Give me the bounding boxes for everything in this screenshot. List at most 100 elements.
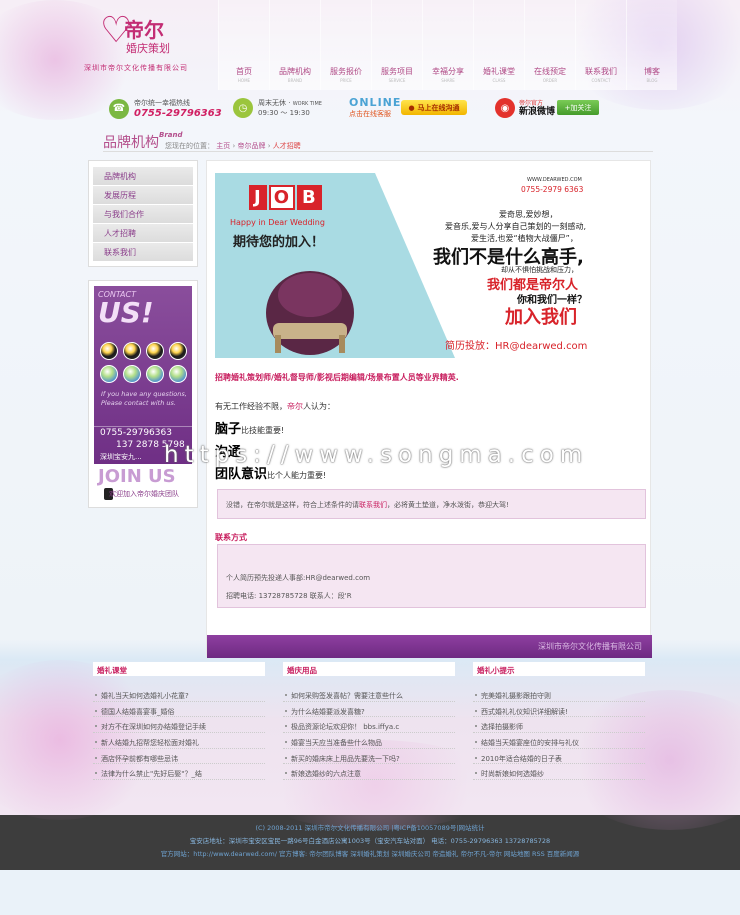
chat-button[interactable]: ● 马上在线沟通 bbox=[401, 100, 467, 115]
contact-email: 个人简历预先投递人事部:HR@dearwed.com bbox=[226, 574, 371, 582]
sidebar-menu: 品牌机构 发展历程 与我们合作 人才招聘 联系我们 bbox=[88, 160, 198, 267]
breadcrumb-separator: › bbox=[232, 142, 236, 150]
keyword: 团队意识 bbox=[215, 467, 268, 482]
keyword-note: 比个人能力重要! bbox=[267, 471, 327, 480]
footer-address: 宝安店地址：深圳市宝安区宝民一路96号白金酒店公寓1003号（宝安汽车站对面） … bbox=[189, 837, 551, 845]
nav-item-share[interactable]: 幸福分享 SHARE bbox=[422, 0, 473, 90]
footer-links[interactable]: 官方网站：http://www.dearwed.com/ 官方博客: 帝尔团队博… bbox=[0, 848, 740, 861]
breadcrumb-home[interactable]: 主页 bbox=[216, 142, 230, 150]
nav-item-order[interactable]: 在线预定 ORDER bbox=[524, 0, 575, 90]
banner-headline: 加入我们 bbox=[505, 307, 577, 328]
nav-item-home[interactable]: 首页 HOME bbox=[218, 0, 269, 90]
sidebar-item-contact[interactable]: 联系我们 bbox=[93, 243, 193, 261]
join-us-banner[interactable]: JOIN US 欢迎加入帝尔婚庆团队 bbox=[94, 464, 192, 502]
mic-icon: ● bbox=[408, 103, 415, 112]
list-item[interactable]: 西式婚礼礼仪知识详细解读! bbox=[473, 702, 645, 718]
list-item[interactable]: 新人结婚九招帮您轻松面对婚礼 bbox=[93, 733, 265, 749]
breadcrumb-current: 人才招聘 bbox=[272, 142, 301, 150]
msn-icon[interactable] bbox=[169, 365, 187, 383]
intro-text: 人认为： bbox=[303, 402, 335, 411]
list-item[interactable]: 2010年适合结婚的日子表 bbox=[473, 749, 645, 765]
follow-button[interactable]: +加关注 bbox=[557, 100, 599, 115]
work-time: ◷ 周末无休 · WORK TIME 09:30 ～ 19:30 bbox=[233, 98, 322, 118]
contact-info-box: 个人简历预先投递人事部:HR@dearwed.com 招聘电话: 1372878… bbox=[217, 544, 646, 608]
list-item[interactable]: 婚宴当天应当准备些什么物品 bbox=[283, 733, 455, 749]
qq-icon[interactable] bbox=[123, 342, 141, 360]
article-columns: 婚礼课堂 婚礼当天如何选婚礼小花童? 德国人结婚喜宴事_婚俗 对方不在深圳如何办… bbox=[93, 662, 653, 781]
nav-en: SHARE bbox=[441, 78, 455, 83]
note-box: 没错，在帝尔就是这样，符合上述条件的请联系我们，必将黄土垫道，净水泼街，恭迎大驾… bbox=[217, 489, 646, 519]
banner-expect: 期待您的加入！ bbox=[233, 235, 325, 250]
sidebar-item-history[interactable]: 发展历程 bbox=[93, 186, 193, 204]
sidebar-item-jobs[interactable]: 人才招聘 bbox=[93, 224, 193, 242]
join-title: JOIN US bbox=[98, 466, 176, 487]
list-item[interactable]: 酒店怀孕前都有哪些忌讳 bbox=[93, 749, 265, 765]
clock-icon: ◷ bbox=[233, 98, 253, 118]
chat-button-label: 马上在线沟通 bbox=[417, 103, 460, 112]
contact-phone-line: 招聘电话: 13728785728 联系人：段'R bbox=[226, 592, 352, 600]
work-en: WORK TIME bbox=[292, 101, 322, 107]
qq-icon[interactable] bbox=[100, 342, 118, 360]
nav-en: HOME bbox=[237, 78, 251, 83]
requirement-intro: 有无工作经验不限，帝尔人认为： bbox=[215, 401, 335, 412]
nav-en: BLOG bbox=[646, 78, 658, 83]
online-service[interactable]: ONLINE 点击在线客服 bbox=[349, 96, 401, 119]
main-footer-bar: 深圳市帝尔文化传播有限公司 bbox=[207, 635, 652, 658]
sidebar-item-partner[interactable]: 与我们合作 bbox=[93, 205, 193, 223]
qq-icon[interactable] bbox=[169, 342, 187, 360]
banner-happy: Happy in Dear Wedding bbox=[230, 218, 325, 227]
hotline: ☎ 帝尔统一幸福热线 0755-29796363 bbox=[109, 98, 222, 119]
breadcrumb-brand[interactable]: 帝尔品牌 bbox=[238, 142, 266, 150]
nav-item-contact[interactable]: 联系我们 CONTACT bbox=[575, 0, 626, 90]
list-item[interactable]: 时尚新娘如何选婚纱 bbox=[473, 764, 645, 781]
contact-message-line: If you have any questions, bbox=[101, 390, 187, 398]
contact-panel: CONTACT US! If you have any questions, Pl… bbox=[88, 280, 198, 508]
list-item[interactable]: 为什么结婚要派发喜糖? bbox=[283, 702, 455, 718]
nav-label: 幸福分享 bbox=[432, 67, 464, 76]
page-title: 品牌机构 bbox=[103, 135, 159, 151]
contact-us-link[interactable]: 联系我们 bbox=[359, 501, 387, 509]
list-item[interactable]: 完美婚礼摄影跟拍守则 bbox=[473, 686, 645, 702]
list-item[interactable]: 新娘选婚纱的六点注意 bbox=[283, 764, 455, 781]
list-item[interactable]: 选择拍摄影师 bbox=[473, 717, 645, 734]
nav-item-service[interactable]: 服务项目 SERVICE bbox=[371, 0, 422, 90]
nav-item-class[interactable]: 婚礼课堂 CLASS bbox=[473, 0, 524, 90]
keyword-brain: 脑子比技能重要! bbox=[215, 418, 284, 437]
contact-message: If you have any questions, Please contact… bbox=[101, 390, 187, 408]
keyword-note: 比技能重要! bbox=[241, 426, 285, 435]
column-class: 婚礼课堂 婚礼当天如何选婚礼小花童? 德国人结婚喜宴事_婚俗 对方不在深圳如何办… bbox=[93, 662, 265, 781]
nav-item-blog[interactable]: 博客 BLOG bbox=[626, 0, 677, 90]
nav-item-price[interactable]: 服务报价 PRICE bbox=[320, 0, 371, 90]
list-item[interactable]: 对方不在深圳如何办结婚登记手续 bbox=[93, 717, 265, 734]
column-title[interactable]: 婚礼课堂 bbox=[93, 662, 265, 676]
online-title: ONLINE bbox=[349, 96, 402, 109]
msn-icon[interactable] bbox=[123, 365, 141, 383]
weibo-link[interactable]: ◉ 帝尔官方 新浪微博 bbox=[495, 98, 555, 118]
phone-icon: ☎ bbox=[109, 98, 129, 119]
note-text: 没错，在帝尔就是这样，符合上述条件的请 bbox=[226, 501, 359, 509]
site-footer: (C) 2008-2011 深圳市帝尔文化传播有限公司 |粤ICP备100570… bbox=[0, 815, 740, 870]
msn-icon[interactable] bbox=[100, 365, 118, 383]
nav-label: 品牌机构 bbox=[279, 67, 311, 76]
list-item[interactable]: 极品资源论坛欢迎你！ bbs.iffya.c bbox=[283, 717, 455, 734]
nav-item-brand[interactable]: 品牌机构 BRAND bbox=[269, 0, 320, 90]
list-item[interactable]: 法律为什么禁止"先好后娶"？_结 bbox=[93, 764, 265, 781]
logo-brand: 帝尔 bbox=[124, 18, 164, 42]
breadcrumb-separator: › bbox=[267, 142, 271, 150]
list-item[interactable]: 新买的婚床床上用品先要洗一下吗? bbox=[283, 749, 455, 765]
list-item[interactable]: 婚礼当天如何选婚礼小花童? bbox=[93, 686, 265, 702]
main-nav: 首页 HOME 品牌机构 BRAND 服务报价 PRICE 服务项目 SERVICE 幸… bbox=[218, 0, 677, 90]
list-item[interactable]: 结婚当天婚宴座位的安排与礼仪 bbox=[473, 733, 645, 749]
job-letter: O bbox=[268, 185, 296, 210]
watermark: https://www.songma.com bbox=[164, 442, 589, 468]
list-item[interactable]: 德国人结婚喜宴事_婚俗 bbox=[93, 702, 265, 718]
column-title[interactable]: 婚庆用品 bbox=[283, 662, 455, 676]
site-logo[interactable]: ♡ 帝尔 婚庆策划 深圳市帝尔文化传播有限公司 bbox=[80, 10, 190, 75]
msn-icon[interactable] bbox=[146, 365, 164, 383]
column-title[interactable]: 婚礼小提示 bbox=[473, 662, 645, 676]
list-item[interactable]: 如何采购签发喜帖？需要注意些什么 bbox=[283, 686, 455, 702]
banner-line: 爱音乐,爱与人分享自己策划的一刻感动, bbox=[445, 222, 587, 231]
qq-icon[interactable] bbox=[146, 342, 164, 360]
sidebar-item-brand[interactable]: 品牌机构 bbox=[93, 167, 193, 185]
banner-website: WWW.DEARWED.COM bbox=[527, 177, 582, 183]
